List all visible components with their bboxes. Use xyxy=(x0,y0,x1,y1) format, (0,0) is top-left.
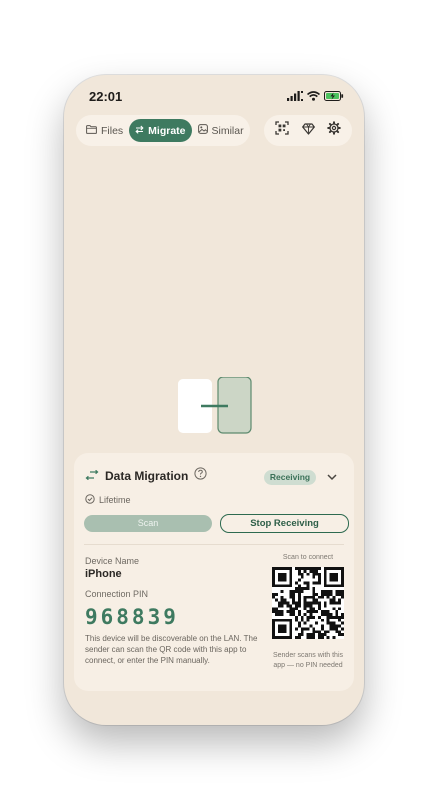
device-name-value: iPhone xyxy=(85,568,122,580)
chevron-down-icon[interactable] xyxy=(326,470,338,488)
migration-illustration xyxy=(178,376,252,435)
phone-screen: 22:01 Files Migrate Similar Data Migrati… xyxy=(64,75,364,725)
connection-pin: 968839 xyxy=(85,605,179,629)
help-icon[interactable] xyxy=(194,467,207,485)
gear-icon xyxy=(327,121,341,140)
wifi-icon xyxy=(306,88,321,106)
toolbar xyxy=(264,115,352,146)
scan-to-connect-label: Scan to connect xyxy=(282,554,334,561)
device-name-label: Device Name xyxy=(85,556,140,566)
diamond-icon xyxy=(301,122,315,140)
tab-similar[interactable]: Similar xyxy=(192,119,250,142)
panel-header: Data Migration xyxy=(85,467,207,485)
tab-migrate[interactable]: Migrate xyxy=(129,119,192,142)
qr-scan-button[interactable] xyxy=(272,121,292,141)
swap-icon xyxy=(135,125,144,137)
scan-button[interactable]: Scan xyxy=(84,515,212,532)
plan-label: Lifetime xyxy=(99,495,131,505)
tab-files[interactable]: Files xyxy=(80,119,129,142)
qr-scan-icon xyxy=(275,121,289,140)
discovery-description: This device will be discoverable on the … xyxy=(85,634,258,665)
tab-migrate-label: Migrate xyxy=(148,124,186,137)
plan-status: Lifetime xyxy=(85,494,131,506)
qr-note: Sender scans with this app — no PIN need… xyxy=(272,652,344,669)
cellular-signal-icon xyxy=(287,88,303,106)
status-time: 22:01 xyxy=(89,89,123,104)
stop-receiving-button[interactable]: Stop Receiving xyxy=(220,514,349,533)
battery-charging-icon xyxy=(324,88,344,106)
image-icon xyxy=(197,124,208,137)
check-circle-icon xyxy=(85,494,95,506)
folder-icon xyxy=(86,124,97,137)
settings-button[interactable] xyxy=(324,121,344,141)
divider xyxy=(84,544,344,545)
status-badge: Receiving xyxy=(264,470,316,485)
tab-similar-label: Similar xyxy=(211,124,244,137)
panel-title: Data Migration xyxy=(105,469,189,483)
transfer-icon xyxy=(85,467,99,485)
data-migration-panel: Data Migration Receiving Lifetime Scan S… xyxy=(74,453,354,691)
connection-pin-label: Connection PIN xyxy=(85,589,149,599)
mode-tabs: Files Migrate Similar xyxy=(76,115,250,146)
tab-files-label: Files xyxy=(101,124,124,137)
status-icons xyxy=(287,88,344,106)
status-bar: 22:01 xyxy=(64,75,364,115)
premium-button[interactable] xyxy=(298,121,318,141)
qr-code xyxy=(272,567,344,639)
